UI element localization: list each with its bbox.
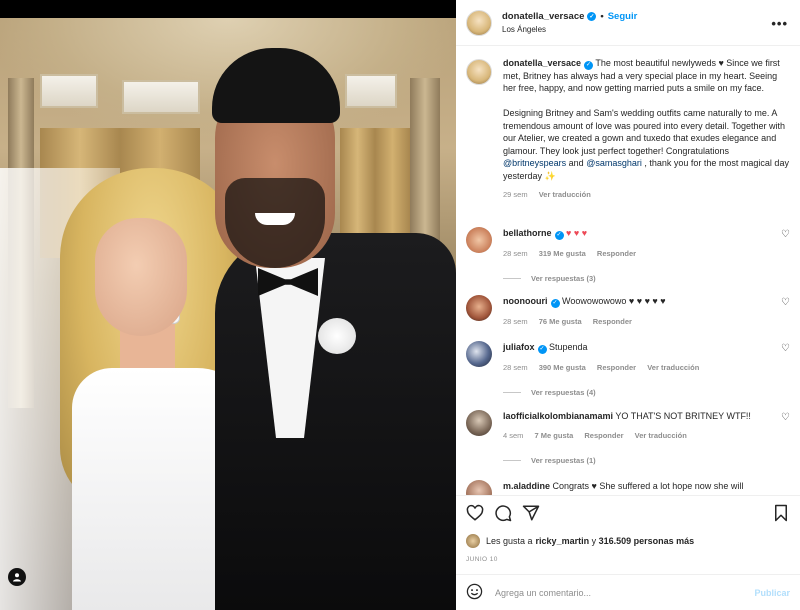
- comment-likes[interactable]: 390 Me gusta: [539, 363, 586, 372]
- groom-suit: [215, 233, 456, 610]
- comment-avatar[interactable]: [466, 410, 492, 436]
- view-replies[interactable]: Ver respuestas (3): [503, 274, 790, 283]
- comment-username[interactable]: m.aladdine: [503, 481, 550, 491]
- likes-count[interactable]: 316.509 personas más: [599, 536, 695, 546]
- location-link[interactable]: Los Ángeles: [502, 25, 637, 34]
- likes-summary[interactable]: Les gusta a ricky_martin y 316.509 perso…: [466, 534, 694, 548]
- author-username[interactable]: donatella_versace: [502, 11, 584, 22]
- comment-composer: Publicar: [456, 574, 800, 610]
- verified-icon: ✓: [587, 12, 597, 21]
- window: [122, 80, 200, 114]
- bride-face: [95, 218, 187, 336]
- caption-time[interactable]: 29 sem: [503, 190, 528, 199]
- comment-time[interactable]: 28 sem: [503, 363, 528, 372]
- mention-link[interactable]: @britneyspears: [503, 158, 566, 168]
- reply-button[interactable]: Responder: [597, 363, 636, 372]
- comment-username[interactable]: noonoouri: [503, 296, 548, 306]
- likes-suffix: y: [589, 536, 599, 546]
- like-heart-icon[interactable]: [466, 504, 484, 527]
- reply-button[interactable]: Responder: [597, 249, 636, 258]
- separator-dot: •: [600, 11, 604, 22]
- liker-username[interactable]: ricky_martin: [536, 536, 590, 546]
- comment-time[interactable]: 28 sem: [503, 317, 528, 326]
- reply-button[interactable]: Responder: [584, 431, 623, 440]
- comment-text: YO THAT'S NOT BRITNEY WTF!!: [615, 411, 751, 421]
- verified-icon: ✓: [537, 344, 547, 354]
- comment-time[interactable]: 28 sem: [503, 249, 528, 258]
- comment-avatar[interactable]: [466, 480, 492, 495]
- comment-time[interactable]: 4 sem: [503, 431, 523, 440]
- view-replies[interactable]: Ver respuestas (1): [503, 456, 790, 465]
- comment-likes[interactable]: 76 Me gusta: [539, 317, 582, 326]
- reply-button[interactable]: Responder: [593, 317, 632, 326]
- comment-item: m.aladdine Congrats ♥ She suffered a lot…: [466, 480, 790, 495]
- like-comment-heart-icon[interactable]: ♡: [781, 343, 790, 354]
- comment-text: Stupenda: [549, 342, 588, 352]
- comment-item: laofficialkolombianamami YO THAT'S NOT B…: [466, 410, 790, 465]
- comment-item: juliafox ✓ Stupenda 28 sem 390 Me gusta R…: [466, 341, 790, 397]
- comment-item: noonoouri ✓ Woowowowowo ♥ ♥ ♥ ♥ ♥ 28 sem …: [466, 295, 790, 328]
- post-image[interactable]: [0, 18, 456, 610]
- translate-link[interactable]: Ver traducción: [539, 190, 591, 199]
- window: [345, 74, 397, 108]
- follow-button[interactable]: Seguir: [608, 11, 638, 22]
- comment-avatar[interactable]: [466, 227, 492, 253]
- groom-smile: [255, 213, 295, 225]
- comment-input[interactable]: [495, 588, 735, 598]
- comment-username[interactable]: laofficialkolombianamami: [503, 411, 613, 421]
- share-icon[interactable]: [522, 504, 540, 527]
- view-replies[interactable]: Ver respuestas (4): [503, 388, 790, 397]
- comments-scroll[interactable]: donatella_versace ✓ The most beautiful ne…: [456, 47, 800, 495]
- likes-prefix: Les gusta a: [486, 536, 533, 546]
- translate-link[interactable]: Ver traducción: [635, 431, 687, 440]
- comment-avatar[interactable]: [466, 341, 492, 367]
- caption: donatella_versace ✓ The most beautiful ne…: [466, 57, 790, 202]
- like-comment-heart-icon[interactable]: ♡: [781, 229, 790, 240]
- verified-icon: ✓: [550, 298, 560, 308]
- post-panel: donatella_versace ✓ • Seguir Los Ángeles…: [456, 0, 800, 610]
- like-comment-heart-icon[interactable]: ♡: [781, 297, 790, 308]
- caption-avatar[interactable]: [466, 59, 492, 85]
- comment-username[interactable]: juliafox: [503, 342, 535, 352]
- post-date[interactable]: JUNIO 10: [466, 556, 498, 563]
- liker-avatar: [466, 534, 480, 548]
- comment-likes[interactable]: 7 Me gusta: [535, 431, 574, 440]
- translate-link[interactable]: Ver traducción: [647, 363, 699, 372]
- verified-icon: ✓: [584, 60, 594, 70]
- comment-username[interactable]: bellathorne: [503, 228, 552, 238]
- comment-likes[interactable]: 319 Me gusta: [539, 249, 586, 258]
- window: [40, 74, 98, 108]
- caption-username[interactable]: donatella_versace: [503, 58, 581, 68]
- tagged-users-icon[interactable]: [8, 568, 26, 586]
- comment-avatar[interactable]: [466, 295, 492, 321]
- mention-link[interactable]: @samasghari: [586, 158, 642, 168]
- post-header: donatella_versace ✓ • Seguir Los Ángeles…: [456, 0, 800, 46]
- post-actions: Les gusta a ricky_martin y 316.509 perso…: [456, 495, 800, 610]
- publish-button[interactable]: Publicar: [754, 588, 790, 598]
- comment-icon[interactable]: [494, 504, 512, 527]
- caption-paragraph-2: Designing Britney and Sam's wedding outf…: [503, 108, 785, 156]
- comment-text: Congrats ♥ She suffered a lot hope now s…: [552, 481, 744, 491]
- save-bookmark-icon[interactable]: [772, 504, 790, 527]
- like-comment-heart-icon[interactable]: ♡: [781, 412, 790, 423]
- author-avatar[interactable]: [466, 9, 492, 36]
- verified-icon: ✓: [554, 230, 564, 240]
- more-options-icon[interactable]: •••: [771, 16, 788, 31]
- comment-text: ♥ ♥ ♥: [566, 228, 588, 238]
- caption-text: and: [566, 158, 587, 169]
- emoji-icon[interactable]: [466, 583, 483, 604]
- boutonniere: [318, 318, 356, 354]
- comment-text: Woowowowowo ♥ ♥ ♥ ♥ ♥: [562, 296, 666, 306]
- comment-item: bellathorne ✓ ♥ ♥ ♥ 28 sem 319 Me gusta R…: [466, 227, 790, 283]
